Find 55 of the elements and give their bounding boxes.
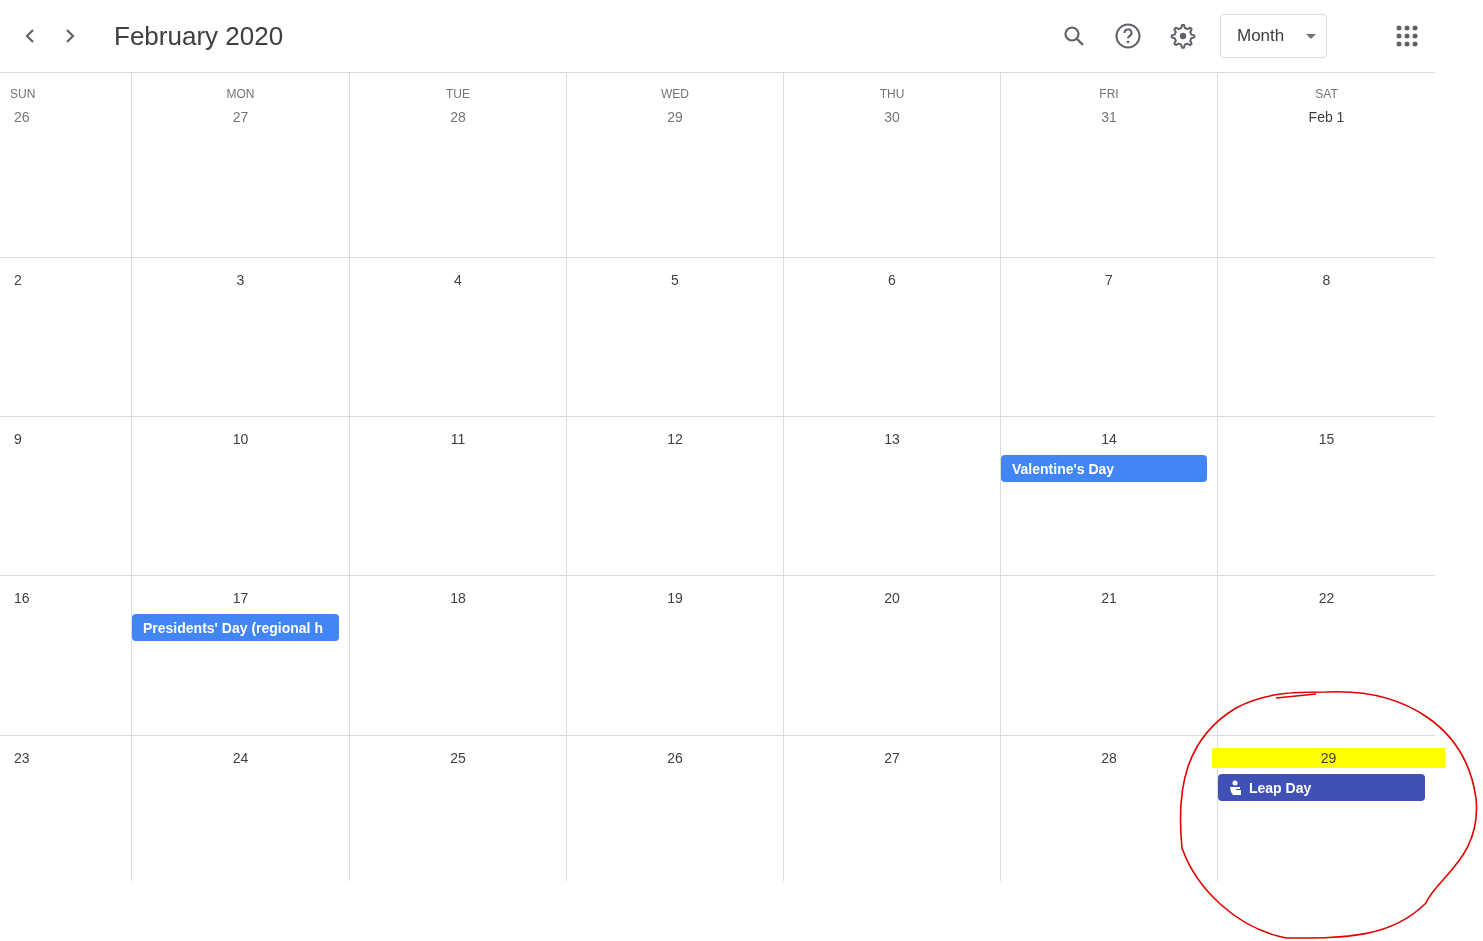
- view-dropdown[interactable]: Month: [1220, 14, 1327, 58]
- day-number[interactable]: 30: [880, 107, 904, 127]
- search-icon: [1062, 24, 1086, 48]
- day-number[interactable]: 17: [228, 588, 253, 608]
- dropdown-caret-icon: [1306, 33, 1316, 39]
- day-number[interactable]: 23: [10, 748, 34, 768]
- event-chip[interactable]: Valentine's Day: [1001, 455, 1207, 482]
- day-number[interactable]: 9: [10, 429, 26, 449]
- month-title: February 2020: [114, 20, 284, 52]
- day-number[interactable]: 8: [1318, 270, 1335, 290]
- day-number[interactable]: 19: [663, 588, 687, 608]
- day-number[interactable]: 10: [228, 429, 253, 449]
- day-number[interactable]: 28: [1097, 748, 1121, 768]
- day-number[interactable]: 26: [10, 107, 34, 127]
- day-number[interactable]: 12: [663, 429, 687, 449]
- day-number[interactable]: 5: [667, 270, 683, 290]
- day-number[interactable]: 28: [446, 107, 470, 127]
- apps-grid-icon: [1396, 25, 1418, 47]
- day-number[interactable]: 18: [446, 588, 470, 608]
- event-chip[interactable]: Leap Day: [1218, 774, 1425, 801]
- day-number[interactable]: 27: [880, 748, 904, 768]
- chevron-left-icon: [25, 28, 35, 44]
- day-number[interactable]: 29: [663, 107, 687, 127]
- day-number[interactable]: 21: [1097, 588, 1121, 608]
- day-number[interactable]: 16: [10, 588, 34, 608]
- weekday-label: FRI: [1099, 87, 1119, 101]
- figure-icon: [1229, 779, 1243, 796]
- settings-icon: [1168, 22, 1196, 50]
- day-number[interactable]: 22: [1314, 588, 1339, 608]
- day-number[interactable]: 13: [880, 429, 904, 449]
- weekday-label: MON: [226, 87, 255, 101]
- weekday-label: SUN: [10, 87, 36, 101]
- weekday-label: THU: [879, 87, 905, 101]
- weekday-label: WED: [661, 87, 689, 101]
- day-number[interactable]: 27: [228, 107, 253, 127]
- day-number[interactable]: 7: [1101, 270, 1117, 290]
- day-number[interactable]: 20: [880, 588, 904, 608]
- day-number[interactable]: 11: [446, 429, 470, 449]
- event-chip[interactable]: Presidents' Day (regional h: [132, 614, 339, 641]
- day-number[interactable]: 26: [663, 748, 687, 768]
- day-number[interactable]: 6: [884, 270, 900, 290]
- day-number[interactable]: 25: [446, 748, 470, 768]
- day-number[interactable]: 15: [1314, 429, 1339, 449]
- day-number[interactable]: 3: [232, 270, 249, 290]
- day-number[interactable]: 29: [1212, 748, 1445, 768]
- day-number[interactable]: 24: [228, 748, 253, 768]
- day-number[interactable]: 2: [10, 270, 26, 290]
- day-number[interactable]: 14: [1097, 429, 1121, 449]
- weekday-label: TUE: [446, 87, 470, 101]
- help-icon: [1114, 22, 1142, 50]
- day-number[interactable]: Feb 1: [1304, 107, 1349, 127]
- day-number[interactable]: 31: [1097, 107, 1121, 127]
- chevron-right-icon: [65, 28, 75, 44]
- weekday-label: SAT: [1315, 87, 1338, 101]
- day-number[interactable]: 4: [450, 270, 466, 290]
